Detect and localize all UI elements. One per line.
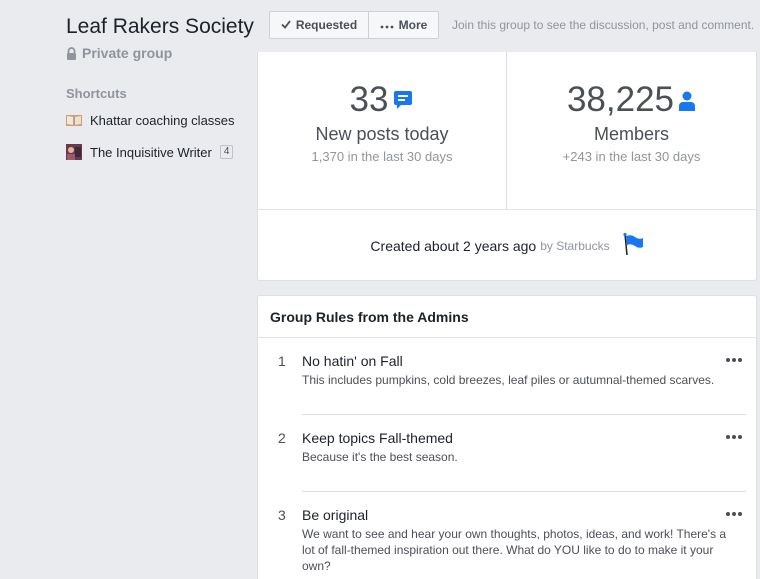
group-action-bar: Requested More Join this group to see th… — [269, 11, 754, 39]
group-thumbnail-icon — [66, 144, 82, 160]
shortcut-inquisitive-writer[interactable]: The Inquisitive Writer 4 — [66, 144, 234, 160]
group-stats-card: 33 New posts today 1,370 in the last 30 … — [257, 52, 757, 281]
lock-icon — [66, 46, 77, 60]
rule-title: Keep topics Fall-themed — [302, 430, 453, 446]
left-sidebar: Leaf Rakers Society Private group Shortc… — [0, 0, 257, 579]
members-number-row: 38,225 — [507, 80, 756, 120]
more-dots-icon — [380, 18, 394, 32]
more-label: More — [398, 18, 428, 32]
rule-title: Be original — [302, 507, 369, 523]
more-button[interactable]: More — [369, 11, 439, 39]
group-title[interactable]: Leaf Rakers Society — [66, 15, 254, 39]
rule-number: 2 — [278, 430, 286, 446]
rule-description: Because it's the best season. — [302, 450, 458, 464]
posts-count: 33 — [349, 80, 389, 119]
members-count: 38,225 — [566, 80, 675, 119]
shortcut-label: Khattar coaching classes — [90, 112, 235, 128]
shortcut-label: The Inquisitive Writer — [90, 144, 212, 160]
rule-divider — [302, 414, 746, 415]
requested-label: Requested — [295, 18, 358, 32]
chat-bubble-icon — [392, 80, 414, 120]
rule-options-icon[interactable] — [726, 432, 744, 442]
rule-title: No hatin' on Fall — [302, 353, 403, 369]
divider — [258, 209, 756, 210]
rule-options-icon[interactable] — [726, 355, 744, 365]
posts-stat: 33 New posts today 1,370 in the last 30 … — [258, 52, 507, 209]
privacy-text: Private group — [82, 45, 173, 61]
members-sub: +243 in the last 30 days — [562, 149, 701, 164]
rule-description: This includes pumpkins, cold breezes, le… — [302, 373, 715, 387]
rule-options-icon[interactable] — [726, 509, 744, 519]
shortcuts-heading: Shortcuts — [66, 86, 127, 101]
checkmark-icon — [281, 18, 291, 32]
rule-number: 3 — [278, 507, 286, 523]
rule-number: 1 — [278, 353, 286, 369]
notification-badge: 4 — [219, 145, 234, 159]
privacy-label: Private group — [66, 45, 172, 61]
posts-number-row: 33 — [258, 80, 506, 120]
person-icon — [678, 80, 696, 120]
created-info: Created about 2 years ago by Starbucks — [258, 232, 756, 259]
rule-description: We want to see and hear your own thought… — [302, 527, 727, 573]
join-prompt: Join this group to see the discussion, p… — [452, 18, 755, 32]
posts-sub: 1,370 in the last 30 days — [311, 149, 453, 164]
book-thumbnail-icon — [66, 112, 82, 128]
shortcut-khattar-coaching[interactable]: Khattar coaching classes — [66, 112, 235, 128]
members-stat[interactable]: 38,225 Members +243 in the last 30 days — [507, 52, 756, 209]
created-text: Created about 2 years ago — [370, 237, 537, 254]
rules-heading: Group Rules from the Admins — [258, 296, 756, 338]
group-rules-card: Group Rules from the Admins 1 No hatin' … — [257, 295, 757, 579]
rule-divider — [302, 491, 746, 492]
requested-button[interactable]: Requested — [269, 11, 369, 39]
members-label: Members — [593, 124, 669, 144]
created-by[interactable]: by Starbucks — [540, 239, 609, 253]
flag-icon — [622, 232, 644, 259]
posts-label: New posts today — [315, 124, 449, 144]
